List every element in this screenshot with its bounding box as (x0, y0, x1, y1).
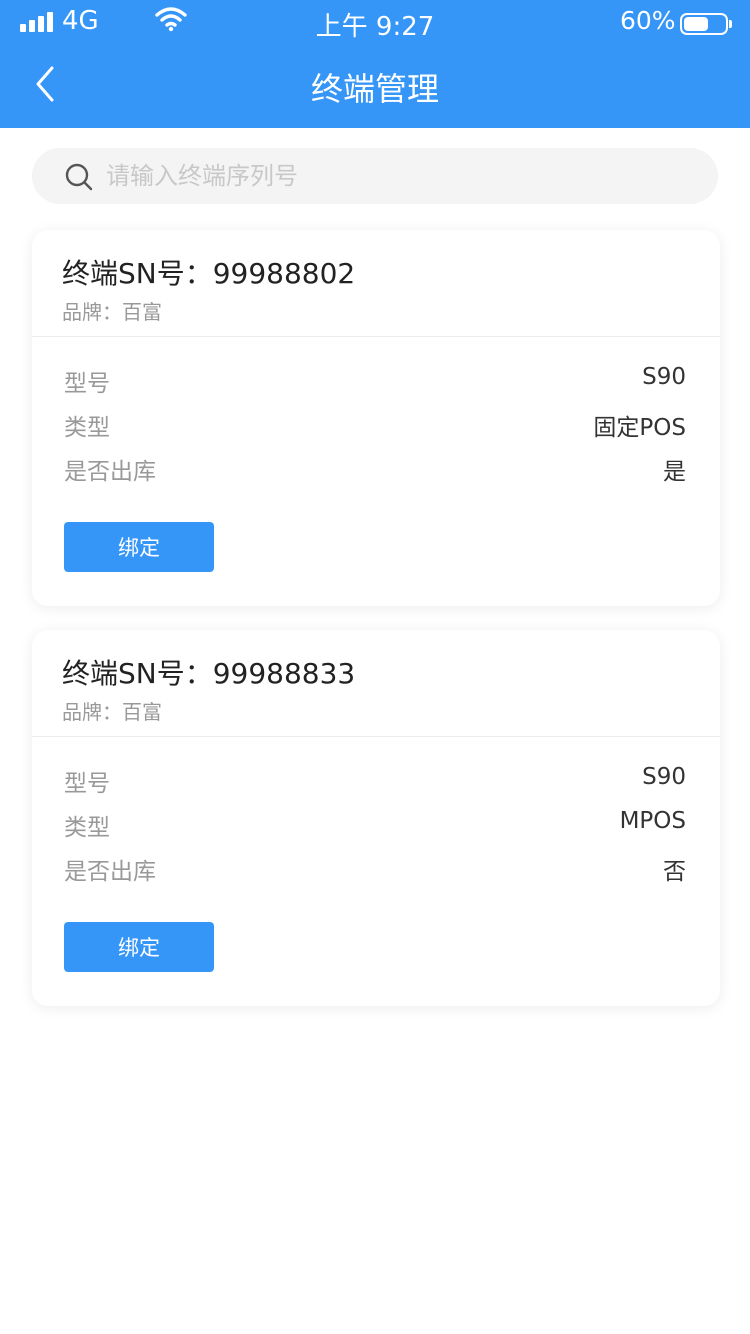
terminal-sn: 终端SN号：99988802 (62, 257, 356, 290)
detail-row-type: 类型 MPOS (64, 808, 686, 841)
terminal-brand: 品牌：百富 (62, 300, 162, 324)
terminal-sn: 终端SN号：99988833 (62, 657, 356, 690)
nav-bar: 终端管理 (0, 44, 750, 128)
divider (32, 736, 720, 737)
battery-percent: 60% (620, 6, 676, 35)
row-value: S90 (642, 364, 686, 390)
row-label: 型号 (64, 771, 110, 797)
row-label: 类型 (64, 815, 110, 841)
terminal-brand: 品牌：百富 (62, 700, 162, 724)
terminal-card: 终端SN号：99988833 品牌：百富 型号 S90 类型 MPOS 是否出库… (32, 630, 720, 1006)
search-bar[interactable] (32, 148, 718, 204)
battery-fill (684, 17, 708, 31)
row-value: 否 (663, 859, 686, 885)
search-icon (65, 163, 93, 191)
divider (32, 336, 720, 337)
row-label: 是否出库 (64, 459, 156, 485)
search-input[interactable] (106, 158, 686, 194)
page-title: 终端管理 (310, 70, 439, 108)
row-value: S90 (642, 764, 686, 790)
row-value: 固定POS (593, 415, 686, 441)
detail-row-type: 类型 固定POS (64, 408, 686, 441)
detail-row-stock-out: 是否出库 否 (64, 852, 686, 885)
app-header: 4G 上午 9:27 60% 终端管理 (0, 0, 750, 128)
detail-row-model: 型号 S90 (64, 764, 686, 797)
row-label: 是否出库 (64, 859, 156, 885)
row-label: 类型 (64, 415, 110, 441)
row-value: 是 (663, 459, 686, 485)
row-value: MPOS (619, 808, 686, 834)
status-bar: 4G 上午 9:27 60% (0, 0, 750, 44)
bind-button[interactable]: 绑定 (64, 522, 214, 572)
battery-icon (680, 13, 732, 35)
bind-button[interactable]: 绑定 (64, 922, 214, 972)
row-label: 型号 (64, 371, 110, 397)
terminal-card: 终端SN号：99988802 品牌：百富 型号 S90 类型 固定POS 是否出… (32, 230, 720, 606)
detail-row-model: 型号 S90 (64, 364, 686, 397)
detail-row-stock-out: 是否出库 是 (64, 452, 686, 485)
